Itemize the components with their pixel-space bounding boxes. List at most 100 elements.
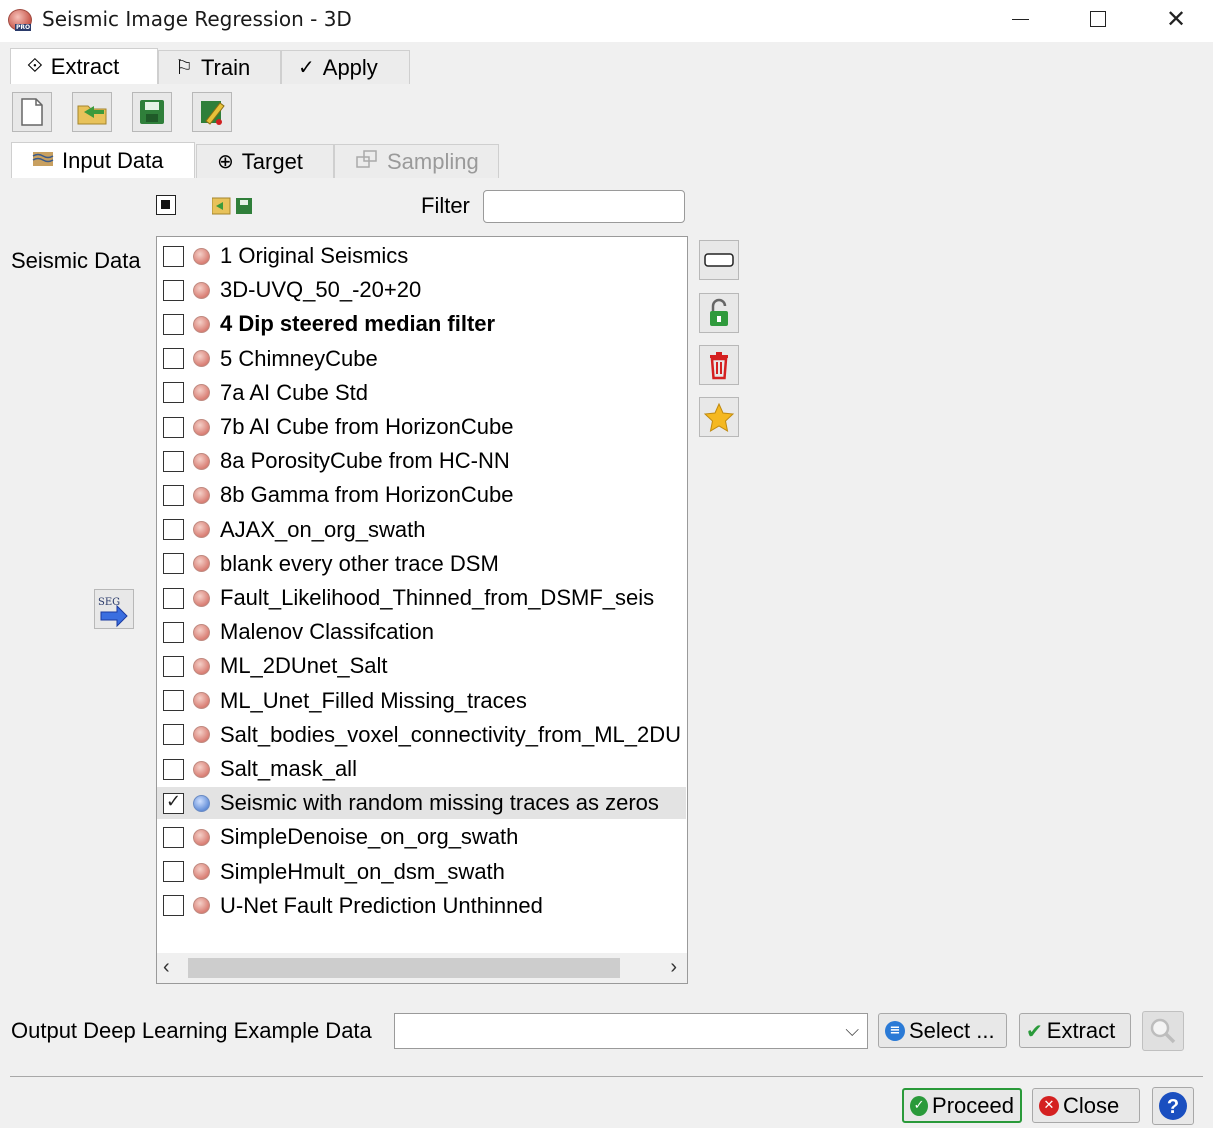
help-button[interactable]: ? [1152, 1087, 1194, 1125]
list-item[interactable]: ML_2DUnet_Salt [157, 650, 686, 682]
list-item[interactable]: 8a PorosityCube from HC-NN [157, 445, 686, 477]
select-all-checkbox[interactable] [156, 195, 176, 215]
output-combobox[interactable]: ⌵ [394, 1013, 868, 1049]
item-checkbox[interactable] [163, 826, 184, 848]
item-checkbox[interactable] [163, 621, 184, 643]
item-checkbox[interactable] [163, 313, 184, 335]
list-item[interactable]: 4 Dip steered median filter [157, 308, 686, 340]
item-checkbox[interactable] [163, 382, 184, 404]
item-label: AJAX_on_org_swath [220, 516, 426, 542]
title-bar: PRO Seismic Image Regression - 3D ✕ [0, 0, 1213, 42]
close-window-button[interactable]: ✕ [1146, 0, 1206, 38]
tab-apply-label: Apply [322, 54, 378, 80]
list-item[interactable]: 3D-UVQ_50_-20+20 [157, 274, 686, 306]
seismic-cube-icon [193, 486, 210, 504]
item-checkbox[interactable] [163, 758, 184, 780]
close-icon: ✕ [1165, 5, 1187, 33]
favorite-button[interactable] [699, 397, 739, 437]
item-checkbox[interactable] [163, 553, 184, 575]
seismic-cube-icon [193, 897, 210, 915]
item-checkbox[interactable] [163, 791, 184, 814]
item-label: 8b Gamma from HorizonCube [220, 482, 514, 508]
item-label: Salt_mask_all [220, 756, 357, 781]
item-checkbox[interactable] [163, 655, 184, 677]
tab-apply[interactable]: ✓ Apply [281, 50, 410, 84]
save-as-button[interactable] [192, 92, 232, 132]
scrollbar-thumb[interactable] [188, 958, 620, 978]
list-item[interactable]: AJAX_on_org_swath [157, 514, 686, 546]
tab-input-data[interactable]: Input Data [11, 142, 195, 178]
maximize-button[interactable] [1068, 0, 1128, 38]
app-icon: PRO [8, 9, 32, 31]
item-checkbox[interactable] [163, 895, 184, 917]
seismic-cube-icon [193, 726, 210, 744]
list-item[interactable]: Salt_bodies_voxel_connectivity_from_ML_2… [157, 719, 686, 751]
tab-sampling[interactable]: Sampling [334, 144, 499, 178]
close-circle-icon: ✕ [1039, 1095, 1059, 1116]
item-checkbox[interactable] [163, 279, 184, 301]
open-button[interactable] [72, 92, 112, 132]
list-item[interactable]: Malenov Classifcation [157, 616, 686, 648]
tab-target-label: Target [241, 148, 303, 174]
minimize-button[interactable] [990, 0, 1050, 38]
help-icon: ? [1159, 1092, 1187, 1120]
list-item[interactable]: 8b Gamma from HorizonCube [157, 479, 686, 511]
list-item[interactable]: U-Net Fault Prediction Unthinned [157, 890, 686, 922]
horizontal-scrollbar[interactable]: ‹ › [157, 953, 687, 983]
item-checkbox[interactable] [163, 861, 184, 883]
list-item[interactable]: SimpleHmult_on_dsm_swath [157, 856, 686, 888]
item-checkbox[interactable] [163, 416, 184, 438]
list-item[interactable]: blank every other trace DSM [157, 548, 686, 580]
lock-button[interactable] [699, 293, 739, 333]
seismic-cube-icon [193, 452, 210, 470]
item-checkbox[interactable] [163, 519, 184, 541]
save-icon [140, 100, 164, 124]
list-io-buttons [211, 196, 256, 216]
tab-train[interactable]: ⚐ Train [158, 50, 281, 84]
delete-button[interactable] [699, 345, 739, 385]
item-checkbox[interactable] [163, 587, 184, 609]
item-checkbox[interactable] [163, 724, 184, 746]
item-label: blank every other trace DSM [220, 550, 499, 576]
scroll-left-icon[interactable]: ‹ [163, 956, 170, 979]
select-button-label: Select ... [909, 1017, 995, 1043]
star-icon [703, 402, 735, 432]
select-range-button[interactable] [699, 240, 739, 280]
item-checkbox[interactable] [163, 484, 184, 506]
list-item[interactable]: SimpleDenoise_on_org_swath [157, 821, 686, 853]
list-item[interactable]: 1 Original Seismics [157, 240, 686, 272]
close-button[interactable]: ✕ Close [1032, 1088, 1140, 1123]
open-save-list-icon[interactable] [211, 196, 256, 216]
seismic-cube-icon [193, 692, 210, 710]
seismic-cube-icon [193, 315, 210, 333]
segy-import-button[interactable]: SEG [94, 589, 134, 629]
item-checkbox[interactable] [163, 450, 184, 472]
close-button-label: Close [1063, 1092, 1120, 1118]
tab-target[interactable]: ⊕ Target [196, 144, 334, 178]
examine-button[interactable] [1142, 1011, 1184, 1051]
seismic-data-list[interactable]: 1 Original Seismics 3D-UVQ_50_-20+20 4 Dip… [156, 236, 688, 984]
save-button[interactable] [132, 92, 172, 132]
item-label: 7a AI Cube Std [220, 379, 368, 405]
item-checkbox[interactable] [163, 348, 184, 370]
filter-input[interactable] [483, 190, 685, 223]
list-item[interactable]: ML_Unet_Filled Missing_traces [157, 685, 686, 717]
list-item[interactable]: Seismic with random missing traces as ze… [157, 787, 686, 820]
seismic-icon [32, 148, 54, 174]
extract-button[interactable]: ✔ Extract [1019, 1013, 1131, 1048]
list-item[interactable]: 5 ChimneyCube [157, 343, 686, 375]
extract-button-label: Extract [1046, 1017, 1116, 1043]
scroll-right-icon[interactable]: › [670, 956, 677, 979]
select-button[interactable]: ≡ Select ... [878, 1013, 1007, 1048]
new-button[interactable] [12, 92, 52, 132]
item-label: 4 Dip steered median filter [220, 311, 496, 337]
item-label: 5 ChimneyCube [220, 345, 378, 371]
tab-extract[interactable]: ⟐ Extract [10, 48, 158, 84]
list-item[interactable]: Salt_mask_all [157, 753, 686, 785]
item-checkbox[interactable] [163, 245, 184, 267]
list-item[interactable]: 7a AI Cube Std [157, 377, 686, 409]
item-checkbox[interactable] [163, 690, 184, 712]
proceed-button[interactable]: ✓ Proceed [902, 1088, 1022, 1123]
list-item[interactable]: Fault_Likelihood_Thinned_from_DSMF_seis [157, 582, 686, 614]
list-item[interactable]: 7b AI Cube from HorizonCube [157, 411, 686, 443]
